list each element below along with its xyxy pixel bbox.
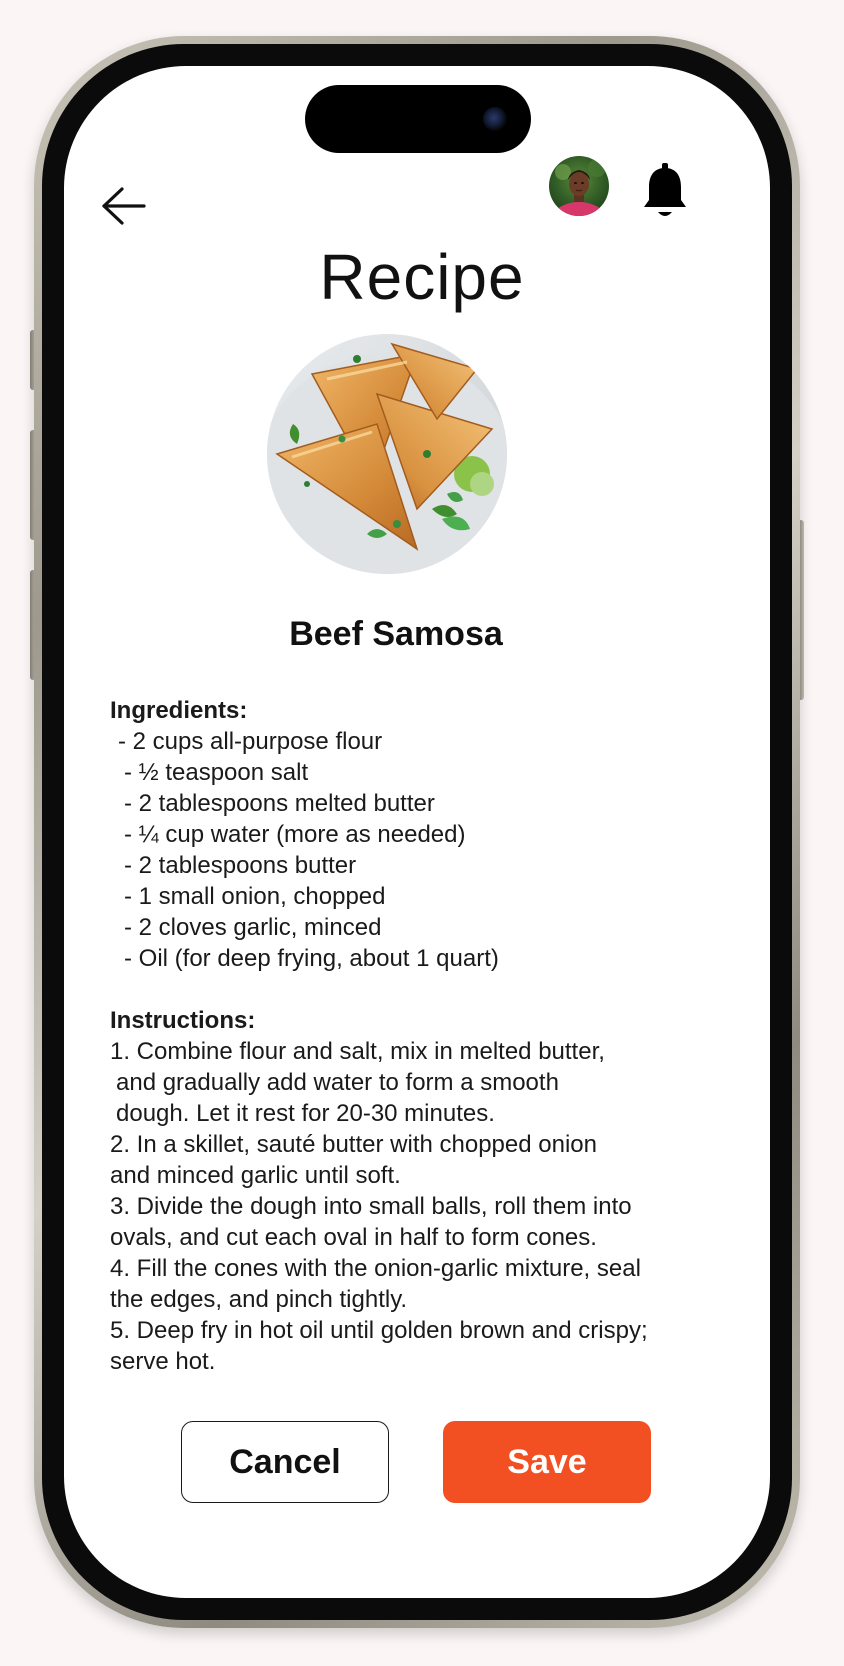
instructions-list: 1. Combine flour and salt, mix in melted…	[110, 1036, 730, 1377]
instruction-line: the edges, and pinch tightly.	[110, 1286, 408, 1313]
arrow-left-icon	[102, 187, 146, 225]
ingredient-item: - 2 tablespoons melted butter	[124, 790, 435, 817]
front-camera-icon	[483, 107, 507, 131]
instructions-heading: Instructions:	[110, 1007, 256, 1034]
ingredient-item: - 2 tablespoons butter	[124, 852, 357, 879]
ingredient-item: - ¼ cup water (more as needed)	[124, 821, 466, 848]
instruction-line: ovals, and cut each oval in half to form…	[110, 1224, 597, 1251]
save-button[interactable]: Save	[443, 1421, 651, 1503]
instruction-line: 4. Fill the cones with the onion-garlic …	[110, 1255, 641, 1282]
samosa-image	[267, 334, 507, 574]
ingredient-item: - 2 cups all-purpose flour	[118, 728, 383, 755]
notification-bell-button[interactable]	[640, 162, 690, 222]
ingredient-item: - 2 cloves garlic, minced	[124, 914, 382, 941]
instruction-line: serve hot.	[110, 1348, 216, 1375]
recipe-photo	[267, 334, 507, 574]
bell-icon	[644, 163, 686, 216]
ingredient-item: - 1 small onion, chopped	[124, 883, 386, 910]
cancel-button[interactable]: Cancel	[181, 1421, 389, 1503]
avatar-image	[549, 156, 609, 216]
instruction-line: dough. Let it rest for 20-30 minutes.	[116, 1100, 495, 1127]
ingredient-item: - Oil (for deep frying, about 1 quart)	[124, 945, 499, 972]
instruction-line: 5. Deep fry in hot oil until golden brow…	[110, 1317, 648, 1344]
instruction-line: 1. Combine flour and salt, mix in melted…	[110, 1038, 605, 1065]
instruction-line: 2. In a skillet, sauté butter with chopp…	[110, 1131, 597, 1158]
ingredient-item: - ½ teaspoon salt	[124, 759, 309, 786]
instruction-line: and gradually add water to form a smooth	[116, 1069, 559, 1096]
ingredients-list: - 2 cups all-purpose flour - ½ teaspoon …	[110, 726, 730, 974]
ingredients-heading: Ingredients:	[110, 697, 248, 724]
instruction-line: and minced garlic until soft.	[110, 1162, 401, 1189]
dynamic-island	[305, 85, 531, 153]
stage: Recipe Beef Samosa Ingredients: - 2 cups…	[0, 0, 844, 1666]
back-button[interactable]	[100, 185, 148, 227]
user-avatar[interactable]	[549, 156, 609, 216]
page-title: Recipe	[319, 241, 525, 313]
recipe-content: Ingredients: - 2 cups all-purpose flour …	[110, 695, 730, 1377]
recipe-name: Beef Samosa	[289, 615, 503, 653]
instruction-line: 3. Divide the dough into small balls, ro…	[110, 1193, 632, 1220]
